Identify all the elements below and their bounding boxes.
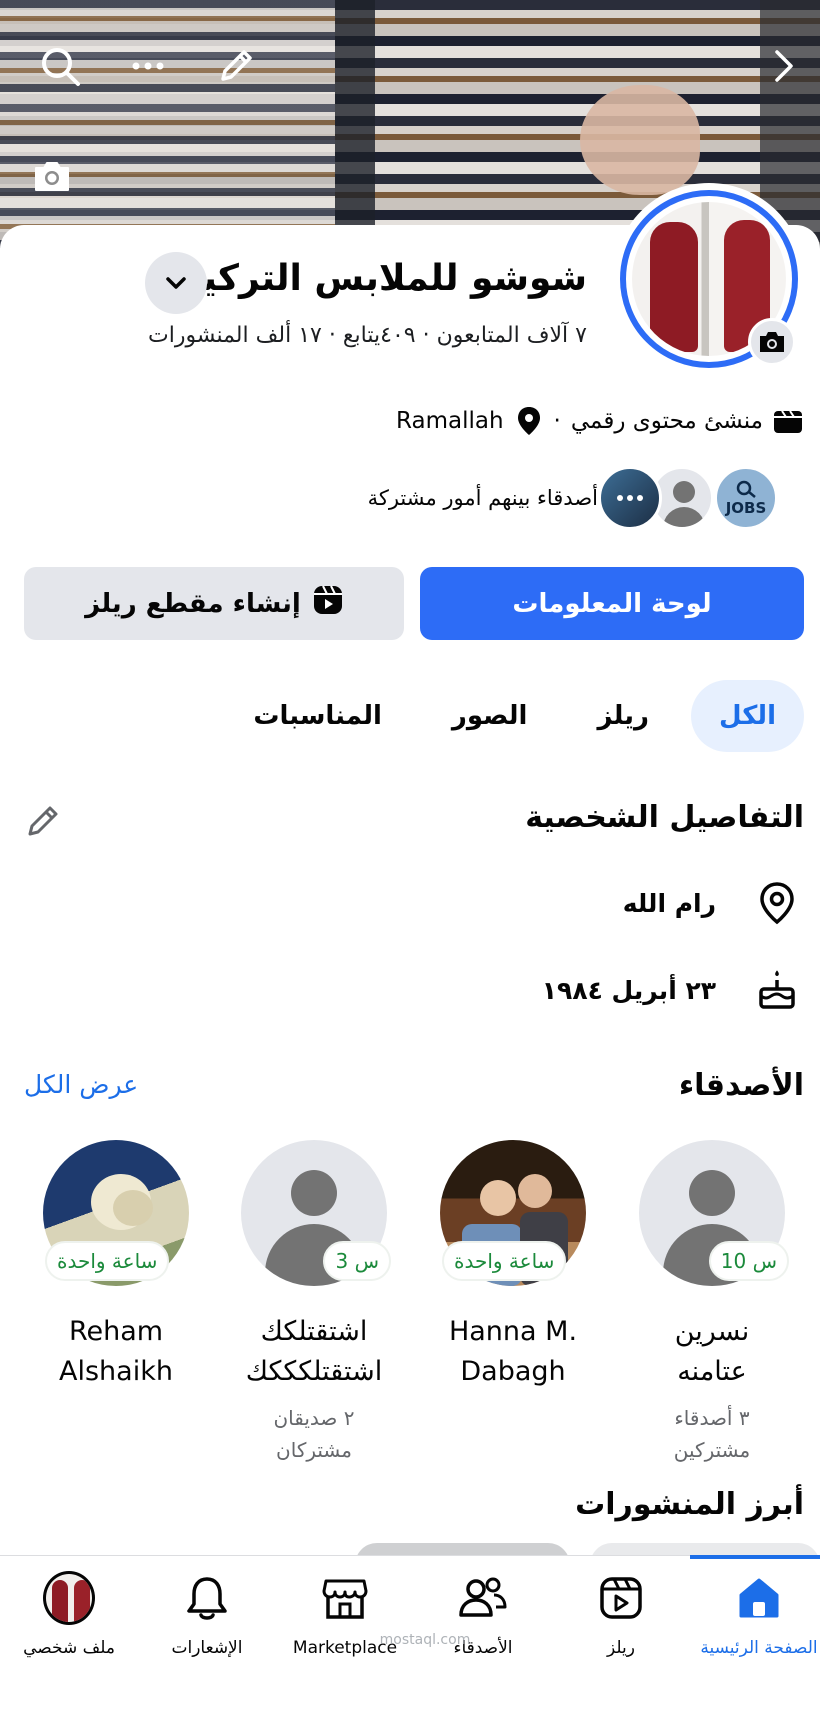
- chevron-down-icon[interactable]: [145, 252, 207, 314]
- city-value: رام الله: [622, 888, 716, 918]
- friends-icon: [457, 1572, 509, 1624]
- nav-profile-label: ملف شخصي: [23, 1638, 115, 1658]
- nav-reels-label: ريلز: [607, 1638, 635, 1658]
- page-name: شوشو للملابس التركية: [181, 258, 587, 299]
- dashboard-button-label: لوحة المعلومات: [512, 588, 712, 619]
- followers-count[interactable]: ٧ آلاف المتابعون: [437, 323, 587, 348]
- nav-reels[interactable]: ريلز: [552, 1572, 690, 1658]
- tab-photos[interactable]: الصور: [424, 680, 556, 752]
- reel-icon: [313, 585, 343, 622]
- friend-card[interactable]: ساعة واحدة Reham Alshaikh: [31, 1140, 201, 1392]
- detail-city-row: رام الله: [623, 873, 800, 933]
- profile-stats: ٧ آلاف المتابعون · ٤٠٩يتابع · ١٧ ألف الم…: [148, 323, 587, 348]
- clapperboard-icon: [773, 406, 803, 436]
- profile-camera-icon[interactable]: [748, 318, 796, 366]
- dress-image-left: [650, 222, 698, 352]
- location-pin-icon: [754, 880, 800, 926]
- friend-mutual: ٣ أصدقاء مشتركين: [673, 1406, 751, 1462]
- nav-notifications[interactable]: الإشعارات: [138, 1572, 276, 1658]
- birthday-cake-icon: [754, 967, 800, 1013]
- nav-profile[interactable]: ملف شخصي: [0, 1571, 138, 1658]
- mutual-friends-text: أصدقاء بينهم أمور مشتركة: [367, 486, 598, 510]
- tab-all[interactable]: الكل: [690, 680, 804, 752]
- friend-card[interactable]: 3 س اشتقتلكك اشتقتلكككك ٢ صديقان مشتركان: [229, 1140, 399, 1466]
- chevron-right-icon[interactable]: [760, 42, 808, 90]
- nav-home-label: الصفحة الرئيسية: [700, 1638, 818, 1658]
- cover-fabric-left: [0, 0, 335, 255]
- create-reel-button[interactable]: إنشاء مقطع ريلز: [24, 567, 404, 640]
- more-icon[interactable]: [124, 42, 172, 90]
- friend-name: Reham Alshaikh: [59, 1316, 173, 1387]
- create-reel-button-label: إنشاء مقطع ريلز: [85, 588, 301, 619]
- reels-icon: [595, 1572, 647, 1624]
- friend-name: Hanna M. Dabagh: [448, 1316, 578, 1387]
- mostaql-watermark: mostaql.com: [379, 1632, 471, 1648]
- nav-active-indicator: [690, 1555, 820, 1559]
- marketplace-icon: [319, 1572, 371, 1624]
- mutual-avatar-more: [598, 466, 662, 530]
- edit-details-icon[interactable]: [24, 800, 64, 840]
- jobs-label: JOBS: [725, 499, 767, 517]
- active-badge: ساعة واحدة: [45, 1241, 170, 1281]
- friend-name: نسرين عتامنه: [674, 1316, 750, 1387]
- birthday-value: ٢٣ أبريل ١٩٨٤: [541, 975, 716, 1005]
- posts-count[interactable]: ١٧ ألف المنشورات: [148, 323, 322, 348]
- details-title: التفاصيل الشخصية: [525, 800, 804, 835]
- mutual-avatar-jobs: JOBS: [714, 466, 778, 530]
- location-label[interactable]: Ramallah: [396, 408, 504, 434]
- location-pin-icon: [514, 406, 544, 436]
- category-label: منشئ محتوى رقمي: [570, 408, 763, 434]
- tab-reels[interactable]: ريلز: [569, 680, 677, 752]
- following-count[interactable]: ٤٠٩يتابع: [343, 323, 416, 348]
- active-badge: 3 س: [323, 1241, 391, 1281]
- friend-card[interactable]: ساعة واحدة Hanna M. Dabagh: [428, 1140, 598, 1392]
- active-badge: 10 س: [708, 1241, 789, 1281]
- tab-events[interactable]: المناسبات: [225, 680, 410, 752]
- category-location-row: منشئ محتوى رقمي · Ramallah: [396, 403, 803, 439]
- profile-tabs: الكل ريلز الصور المناسبات: [225, 680, 804, 752]
- dashboard-button[interactable]: لوحة المعلومات: [420, 567, 804, 640]
- nav-notifications-label: الإشعارات: [171, 1638, 243, 1658]
- separator-dot: ·: [553, 408, 561, 434]
- bell-icon: [181, 1572, 233, 1624]
- friend-mutual: ٢ صديقان مشتركان: [273, 1406, 355, 1462]
- mutual-friends-row[interactable]: JOBS أصدقاء بينهم أمور مشتركة: [368, 466, 778, 530]
- friends-title: الأصدقاء: [678, 1068, 804, 1103]
- home-icon: [733, 1572, 785, 1624]
- friend-card[interactable]: 10 س نسرين عتامنه ٣ أصدقاء مشتركين: [627, 1140, 797, 1466]
- see-all-friends-link[interactable]: عرض الكل: [24, 1070, 138, 1099]
- search-icon[interactable]: [36, 42, 84, 90]
- detail-birthday-row: ٢٣ أبريل ١٩٨٤: [542, 960, 800, 1020]
- cover-hand: [580, 85, 700, 195]
- highlights-title: أبرز المنشورات: [575, 1487, 804, 1522]
- nav-home[interactable]: الصفحة الرئيسية: [690, 1572, 820, 1658]
- profile-avatar: [43, 1571, 95, 1625]
- cover-camera-icon[interactable]: [28, 152, 76, 200]
- friend-name: اشتقتلكك اشتقتلكككك: [245, 1316, 383, 1387]
- active-badge: ساعة واحدة: [442, 1241, 567, 1281]
- edit-pencil-icon[interactable]: [212, 42, 260, 90]
- cover-fabric-shadow: [335, 0, 375, 255]
